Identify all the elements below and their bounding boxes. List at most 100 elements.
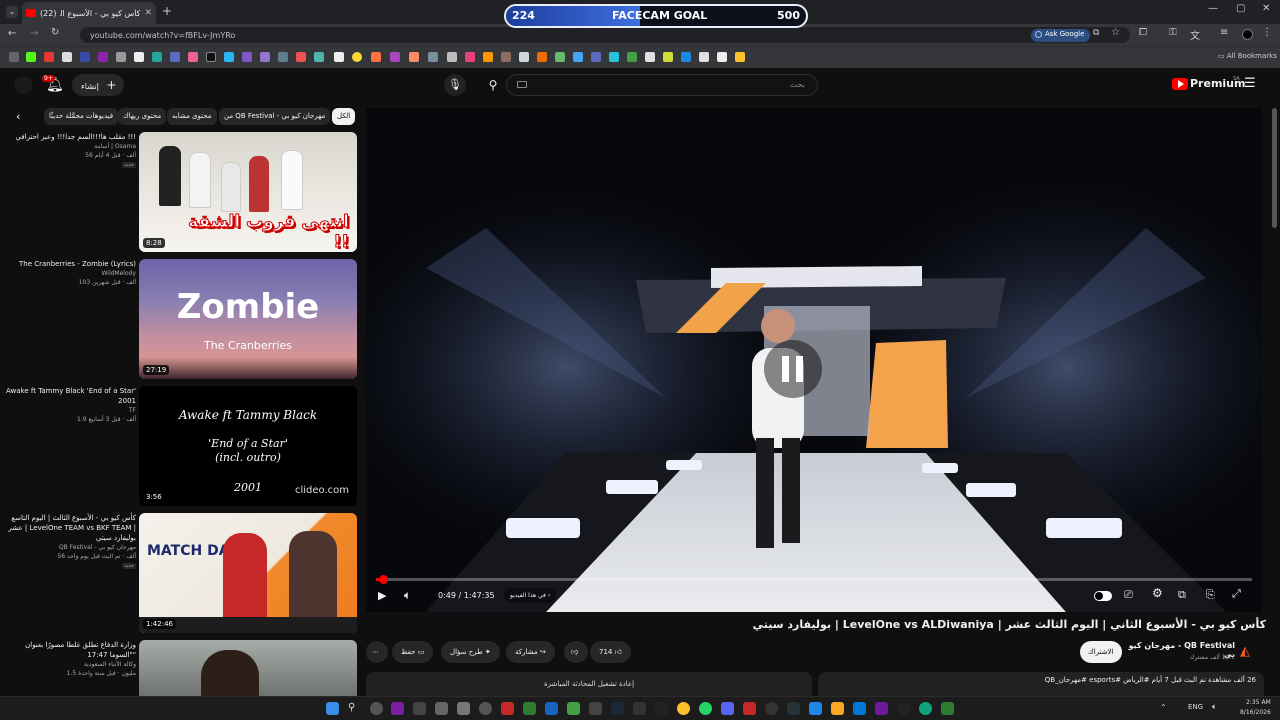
bookmark-icon[interactable] [663,52,673,62]
taskbar-app-icon[interactable] [435,702,448,715]
fullscreen-icon[interactable]: ⤢ [1232,587,1241,601]
video-description[interactable]: 26 ألف مشاهدة تم البث قبل 7 أيام #الرياض… [818,672,1264,696]
bookmark-icon[interactable] [224,52,234,62]
reading-list-icon[interactable]: ≡ [1220,27,1228,38]
all-bookmarks-folder[interactable]: ▭ All Bookmarks [1218,52,1277,60]
bookmark-icon[interactable] [296,52,306,62]
create-button[interactable]: إنشاء + [72,74,125,96]
bookmark-icon[interactable] [573,52,583,62]
play-button-icon[interactable]: ▶ [378,589,386,602]
taskbar-app-icon[interactable] [391,702,404,715]
subscribe-button[interactable]: الاشتراك [1080,641,1122,663]
bookmark-icon[interactable] [555,52,565,62]
taskbar-app-icon[interactable] [523,702,536,715]
bookmark-icon[interactable] [371,52,381,62]
taskbar-obs-icon[interactable] [765,702,778,715]
profile-avatar[interactable] [1242,29,1253,40]
rec-thumbnail-4[interactable]: MATCH DAY 1:42:46 [139,513,357,633]
bookmark-icon[interactable] [591,52,601,62]
bookmark-icon[interactable] [428,52,438,62]
window-close-icon[interactable]: ✕ [1262,3,1270,14]
bookmark-icon[interactable] [627,52,637,62]
share-button[interactable]: مشاركة ↪ [506,641,555,663]
tab-close-icon[interactable]: ✕ [144,8,152,18]
taskbar-app-icon[interactable] [919,702,932,715]
rec-item-4[interactable]: كأس كيو بي - الأسبوع الثالث | اليوم التا… [6,513,136,571]
window-maximize-icon[interactable]: ▢ [1236,3,1245,14]
bookmark-icon[interactable] [98,52,108,62]
bookmark-icon[interactable] [62,52,72,62]
account-avatar[interactable] [14,76,32,94]
save-button[interactable]: حفظ ▭ [392,641,434,663]
taskbar-app-icon[interactable] [479,702,492,715]
page-scrollbar[interactable] [1272,108,1277,228]
bookmark-icon[interactable] [390,52,400,62]
bookmark-icon[interactable] [116,52,126,62]
tray-chevron-icon[interactable]: ⌃ [1160,703,1167,712]
chip-from-channel[interactable]: من QB Festival - مهرجان كيو بي [219,108,331,125]
bookmark-icon[interactable] [465,52,475,62]
ask-google-button[interactable]: Ask Google [1031,29,1091,42]
new-tab-plus-icon[interactable]: + [162,4,172,18]
taskbar-app-icon[interactable] [655,702,668,715]
bookmark-icon[interactable] [645,52,655,62]
bookmark-icon[interactable] [44,52,54,62]
taskbar-explorer-icon[interactable] [831,702,844,715]
rec-thumbnail-1[interactable]: انتهى قروب الشقة !! 8:28 [139,132,357,252]
taskbar-app-icon[interactable] [743,702,756,715]
taskbar-app-icon[interactable] [501,702,514,715]
bookmark-icon[interactable] [170,52,180,62]
taskbar-app-icon[interactable] [545,702,558,715]
bookmark-tiktok-icon[interactable] [206,52,216,62]
rec-thumbnail-2[interactable]: Zombie The Cranberries 27:19 [139,259,357,379]
taskbar-app-icon[interactable] [589,702,602,715]
window-minimize-icon[interactable]: — [1208,3,1218,14]
rec-item-2[interactable]: The Cranberries - Zombie (Lyrics) WildMe… [6,259,136,287]
bookmark-icon[interactable] [681,52,691,62]
settings-gear-icon[interactable]: ⚙ [1152,586,1163,600]
voice-search-mic-icon[interactable]: 🎙︎ [444,74,466,96]
bookmark-icon[interactable] [699,52,709,62]
bookmark-icon[interactable] [188,52,198,62]
miniplayer-icon[interactable]: ⧉ [1178,588,1186,602]
seek-scrubber[interactable] [379,575,388,584]
captions-icon[interactable]: ⎚ [1124,588,1133,602]
taskbar-discord-icon[interactable] [721,702,734,715]
taskbar-search-icon[interactable]: ⚲ [348,702,361,715]
youtube-logo-icon[interactable] [1172,78,1188,90]
autoplay-toggle[interactable] [1094,591,1112,601]
taskbar-app-icon[interactable] [413,702,426,715]
bookmark-icon[interactable] [80,52,90,62]
reload-icon[interactable]: ↻ [51,27,59,38]
forward-arrow-icon[interactable]: → [30,28,38,39]
pause-overlay-icon[interactable] [764,340,822,398]
install-app-icon[interactable]: ⧉ [1093,28,1099,38]
bookmark-icon[interactable] [152,52,162,62]
bookmark-star-icon[interactable]: ☆ [1111,27,1120,38]
volume-tray-icon[interactable]: 🔈︎ [1212,702,1217,712]
video-player[interactable]: ▶ 🔈︎ 0:49 / 1:47:35 في هذا الفيديو › ⎚ ⚙… [366,108,1262,612]
volume-icon[interactable]: 🔈︎ [404,588,411,603]
rec-item-1[interactable]: مقلب ها!!!السم جدا!!! وعبر احترافي !!! أ… [6,132,136,170]
chips-scroll-left-icon[interactable]: ‹ [16,110,20,123]
bookmark-icon[interactable] [519,52,529,62]
like-button[interactable]: 714 👍︎ [590,641,631,663]
taskbar-app-icon[interactable] [941,702,954,715]
bookmark-icon[interactable] [242,52,252,62]
bookmark-icon[interactable] [501,52,511,62]
taskbar-whatsapp-icon[interactable] [699,702,712,715]
language-indicator[interactable]: ENG [1188,703,1203,711]
keyboard-icon[interactable] [517,81,527,88]
bookmark-icon[interactable] [735,52,745,62]
taskbar-app-icon[interactable] [787,702,800,715]
more-actions-icon[interactable]: ⋯ [366,641,388,663]
chip-related[interactable]: محتوى ريهاك [118,108,167,125]
bookmark-icon[interactable] [609,52,619,62]
bookmark-x-icon[interactable] [134,52,144,62]
cast-icon[interactable]: ⎘ [1206,588,1215,602]
bookmark-icon[interactable] [334,52,344,62]
taskbar-app-icon[interactable] [370,702,383,715]
password-key-icon[interactable]: ⚿ [1169,27,1177,38]
bookmark-kick-icon[interactable] [26,52,36,62]
taskbar-app-icon[interactable] [897,702,910,715]
